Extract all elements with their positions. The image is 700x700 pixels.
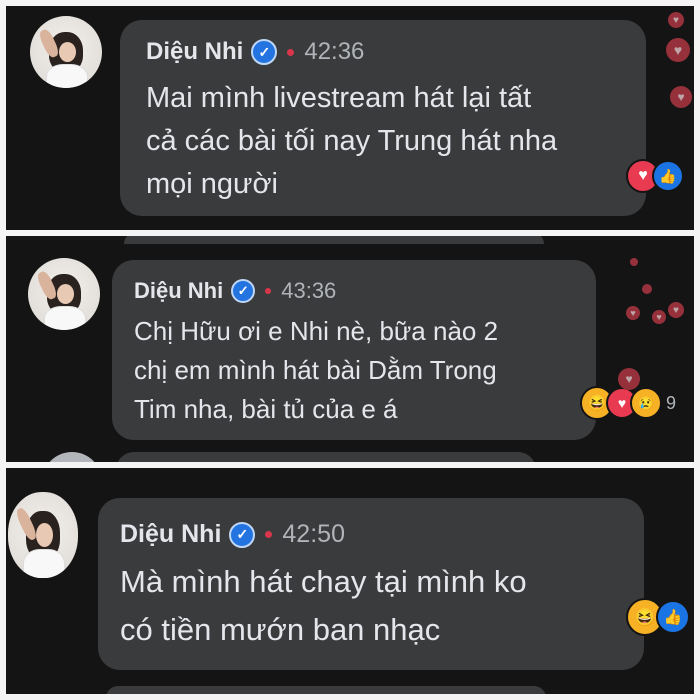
- next-bubble-edge: [116, 452, 536, 462]
- avatar-face: [56, 283, 75, 305]
- floating-heart-icon: ♥: [668, 302, 684, 318]
- floating-heart-icon: [642, 284, 652, 294]
- reaction-summary[interactable]: ♥ 👍: [626, 159, 684, 193]
- commenter-name[interactable]: Diệu Nhi: [120, 520, 221, 549]
- thumbs-up-icon: 👍: [652, 160, 684, 192]
- comment-text-line: Mai mình livestream hát lại tất: [146, 82, 532, 114]
- floating-heart-icon: [630, 258, 638, 266]
- comment-text-line: mọi người: [146, 168, 278, 200]
- previous-bubble-edge: [124, 236, 544, 244]
- live-dot-icon: [287, 48, 295, 56]
- comment-text-line: cả các bài tối nay Trung hát nha: [146, 125, 558, 157]
- avatar-shirt: [45, 63, 89, 88]
- comment-header: Diệu Nhi ✓ 43:36: [134, 278, 336, 304]
- avatar-face: [58, 41, 77, 63]
- live-dot-icon: [265, 531, 273, 538]
- avatar-shirt: [43, 305, 87, 330]
- comment-timestamp[interactable]: 42:36: [304, 38, 364, 66]
- commenter-name[interactable]: Diệu Nhi: [146, 38, 243, 66]
- comment-timestamp[interactable]: 43:36: [281, 278, 336, 304]
- next-avatar-edge: [42, 452, 102, 462]
- verified-badge-icon: ✓: [231, 279, 256, 303]
- floating-heart-icon: ♥: [652, 310, 666, 324]
- reaction-summary[interactable]: 😆 👍: [626, 598, 690, 636]
- avatar[interactable]: [30, 16, 102, 88]
- comment-text-line: Mà mình hát chay tại mình ko: [120, 564, 527, 599]
- comment-panel: Diệu Nhi ✓ 42:36 Mai mình livestream hát…: [6, 6, 694, 230]
- thumbs-up-icon: 👍: [656, 600, 690, 634]
- comment-text-line: Chị Hữu ơi e Nhi nè, bữa nào 2: [134, 316, 499, 346]
- comment-text-line: có tiền mướn ban nhạc: [120, 612, 441, 647]
- floating-heart-icon: ♥: [670, 86, 692, 108]
- sad-emoji-icon: 😢: [630, 387, 662, 419]
- live-dot-icon: [265, 288, 272, 294]
- next-bubble-edge: [106, 686, 546, 694]
- verified-badge-icon: ✓: [229, 521, 256, 548]
- floating-heart-icon: ♥: [666, 38, 690, 62]
- comment-header: Diệu Nhi ✓ 42:50: [120, 520, 345, 549]
- comment-timestamp[interactable]: 42:50: [282, 520, 345, 549]
- floating-heart-icon: ♥: [618, 368, 640, 390]
- comment-header: Diệu Nhi ✓ 42:36: [146, 38, 364, 66]
- comment-panel: Diệu Nhi ✓ 42:50 Mà mình hát chay tại mì…: [6, 468, 694, 694]
- floating-heart-icon: ♥: [626, 306, 640, 320]
- reaction-count: 9: [666, 392, 677, 413]
- avatar-face: [36, 522, 53, 548]
- verified-badge-icon: ✓: [251, 39, 278, 65]
- commenter-name[interactable]: Diệu Nhi: [134, 278, 223, 304]
- floating-heart-icon: ♥: [668, 12, 684, 28]
- reaction-summary[interactable]: 😆 ♥ 😢 9: [580, 386, 676, 420]
- comment-panel: Diệu Nhi ✓ 43:36 Chị Hữu ơi e Nhi nè, bữ…: [6, 236, 694, 462]
- avatar[interactable]: [28, 258, 100, 330]
- comment-text-line: chị em mình hát bài Dằm Trong: [134, 355, 497, 385]
- avatar-shirt: [23, 548, 65, 578]
- comment-text-line: Tim nha, bài tủ của e á: [134, 394, 398, 424]
- avatar[interactable]: [8, 492, 78, 578]
